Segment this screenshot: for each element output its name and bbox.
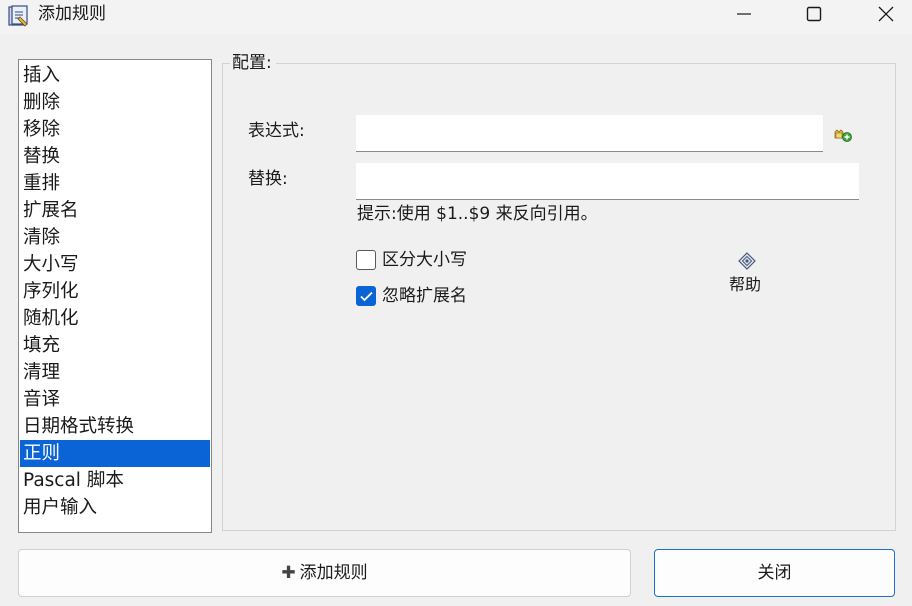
maximize-icon xyxy=(806,6,822,22)
expression-label: 表达式: xyxy=(248,121,305,141)
rule-item[interactable]: 日期格式转换 xyxy=(20,413,210,440)
rule-item[interactable]: 删除 xyxy=(20,89,210,116)
ignore-extension-label: 忽略扩展名 xyxy=(382,286,467,306)
rule-item[interactable]: 清除 xyxy=(20,224,210,251)
close-icon xyxy=(878,6,894,22)
replace-label: 替换: xyxy=(248,169,288,189)
case-sensitive-label: 区分大小写 xyxy=(382,250,467,270)
rule-item[interactable]: 大小写 xyxy=(20,251,210,278)
rule-item[interactable]: 音译 xyxy=(20,386,210,413)
rule-item[interactable]: Pascal 脚本 xyxy=(20,467,210,494)
rule-item[interactable]: 插入 xyxy=(20,62,210,89)
minimize-icon xyxy=(737,13,751,15)
rule-item[interactable]: 正则 xyxy=(20,440,210,467)
case-sensitive-checkbox[interactable] xyxy=(356,250,376,270)
close-label: 关闭 xyxy=(757,563,792,583)
rule-item[interactable]: 用户输入 xyxy=(20,494,210,521)
help-label[interactable]: 帮助 xyxy=(729,274,761,296)
rule-item[interactable]: 重排 xyxy=(20,170,210,197)
ignore-extension-checkbox[interactable] xyxy=(356,286,376,306)
rule-item[interactable]: 填充 xyxy=(20,332,210,359)
rule-item[interactable]: 序列化 xyxy=(20,278,210,305)
rule-item[interactable]: 移除 xyxy=(20,116,210,143)
add-rule-label: 添加规则 xyxy=(299,563,368,583)
title-bar: 添加规则 xyxy=(0,0,912,34)
close-window-button[interactable] xyxy=(856,0,912,28)
help-icon[interactable] xyxy=(738,252,756,270)
add-rule-button[interactable]: ✚ 添加规则 xyxy=(18,549,631,597)
app-notebook-icon xyxy=(8,5,28,27)
rule-item[interactable]: 扩展名 xyxy=(20,197,210,224)
checkmark-icon xyxy=(360,291,373,302)
window-title: 添加规则 xyxy=(38,4,106,24)
rule-item[interactable]: 替换 xyxy=(20,143,210,170)
plus-icon: ✚ xyxy=(281,563,296,583)
rule-item[interactable]: 随机化 xyxy=(20,305,210,332)
regex-helper-icon[interactable] xyxy=(833,123,853,143)
replace-input[interactable] xyxy=(356,163,859,200)
maximize-button[interactable] xyxy=(784,0,844,28)
rule-list[interactable]: 插入 删除 移除 替换 重排 扩展名 清除 大小写 序列化 随机化 填充 清理 音译 日期格式转换 正则 Pa… xyxy=(18,59,212,533)
rule-item[interactable]: 清理 xyxy=(20,359,210,386)
hint-text: 提示:使用 $1..$9 来反向引用。 xyxy=(357,204,598,224)
expression-input[interactable] xyxy=(356,115,823,152)
close-button[interactable]: 关闭 xyxy=(654,549,895,597)
config-legend: 配置: xyxy=(230,52,276,74)
minimize-button[interactable] xyxy=(714,0,774,28)
